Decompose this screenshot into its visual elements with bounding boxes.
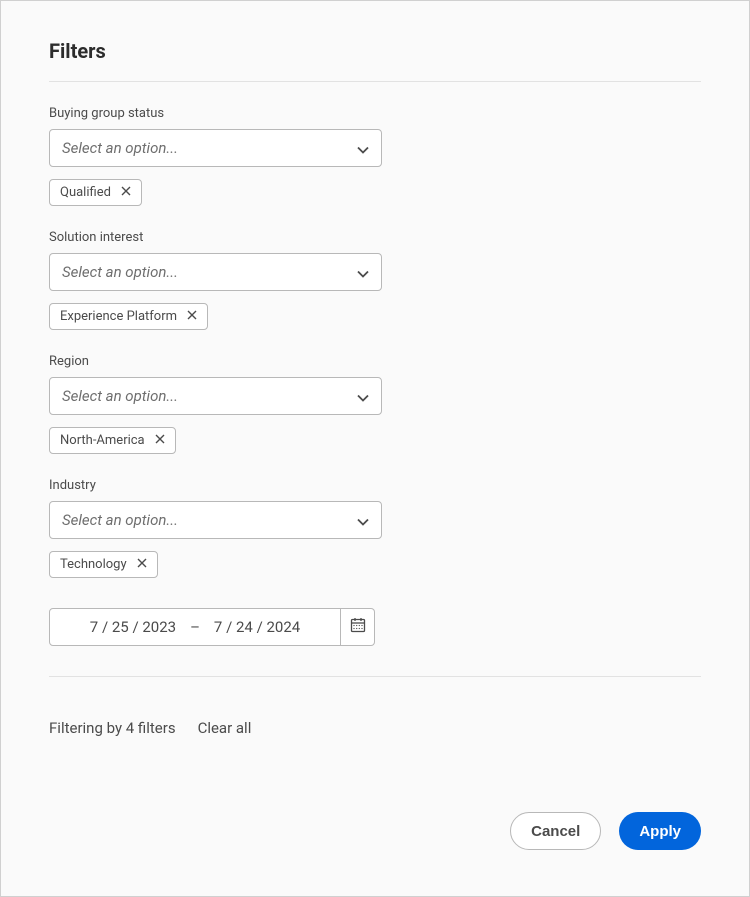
divider-top bbox=[49, 81, 701, 82]
filter-summary-row: Filtering by 4 filters Clear all bbox=[49, 719, 701, 737]
chevron-down-icon bbox=[357, 387, 369, 406]
tag-label: Qualified bbox=[60, 185, 111, 200]
tag-row: Experience Platform bbox=[49, 303, 701, 330]
field-label: Region bbox=[49, 354, 701, 369]
divider-bottom bbox=[49, 676, 701, 677]
tag-experience-platform: Experience Platform bbox=[49, 303, 208, 330]
field-label: Industry bbox=[49, 478, 701, 493]
select-placeholder: Select an option... bbox=[62, 387, 178, 405]
date-start: 7 / 25 / 2023 bbox=[90, 618, 176, 636]
select-solution-interest[interactable]: Select an option... bbox=[49, 253, 382, 291]
filter-summary: Filtering by 4 filters bbox=[49, 719, 176, 737]
field-label: Solution interest bbox=[49, 230, 701, 245]
tag-qualified: Qualified bbox=[49, 179, 142, 206]
close-icon[interactable] bbox=[187, 310, 197, 323]
button-row: Cancel Apply bbox=[510, 812, 701, 850]
tag-row: Technology bbox=[49, 551, 701, 578]
field-region: Region Select an option... North-America bbox=[49, 354, 701, 454]
clear-all-link[interactable]: Clear all bbox=[198, 719, 252, 737]
calendar-button[interactable] bbox=[341, 608, 375, 646]
apply-button[interactable]: Apply bbox=[619, 812, 701, 850]
chevron-down-icon bbox=[357, 139, 369, 158]
select-region[interactable]: Select an option... bbox=[49, 377, 382, 415]
select-placeholder: Select an option... bbox=[62, 263, 178, 281]
tag-technology: Technology bbox=[49, 551, 158, 578]
tag-row: North-America bbox=[49, 427, 701, 454]
select-buying-group-status[interactable]: Select an option... bbox=[49, 129, 382, 167]
field-industry: Industry Select an option... Technology bbox=[49, 478, 701, 578]
field-buying-group-status: Buying group status Select an option... … bbox=[49, 106, 701, 206]
close-icon[interactable] bbox=[121, 186, 131, 199]
filters-panel: Filters Buying group status Select an op… bbox=[0, 0, 750, 897]
close-icon[interactable] bbox=[137, 558, 147, 571]
select-industry[interactable]: Select an option... bbox=[49, 501, 382, 539]
field-solution-interest: Solution interest Select an option... Ex… bbox=[49, 230, 701, 330]
date-range-input[interactable]: 7 / 25 / 2023 – 7 / 24 / 2024 bbox=[49, 608, 341, 646]
tag-label: Technology bbox=[60, 557, 127, 572]
tag-row: Qualified bbox=[49, 179, 701, 206]
select-placeholder: Select an option... bbox=[62, 139, 178, 157]
date-dash: – bbox=[190, 618, 200, 636]
field-label: Buying group status bbox=[49, 106, 701, 121]
chevron-down-icon bbox=[357, 511, 369, 530]
page-title: Filters bbox=[49, 39, 701, 63]
tag-label: North-America bbox=[60, 433, 145, 448]
date-end: 7 / 24 / 2024 bbox=[214, 618, 300, 636]
tag-label: Experience Platform bbox=[60, 309, 177, 324]
close-icon[interactable] bbox=[155, 434, 165, 447]
select-placeholder: Select an option... bbox=[62, 511, 178, 529]
cancel-button[interactable]: Cancel bbox=[510, 812, 601, 850]
tag-north-america: North-America bbox=[49, 427, 176, 454]
calendar-icon bbox=[350, 617, 366, 637]
date-range-field: 7 / 25 / 2023 – 7 / 24 / 2024 bbox=[49, 608, 375, 646]
chevron-down-icon bbox=[357, 263, 369, 282]
